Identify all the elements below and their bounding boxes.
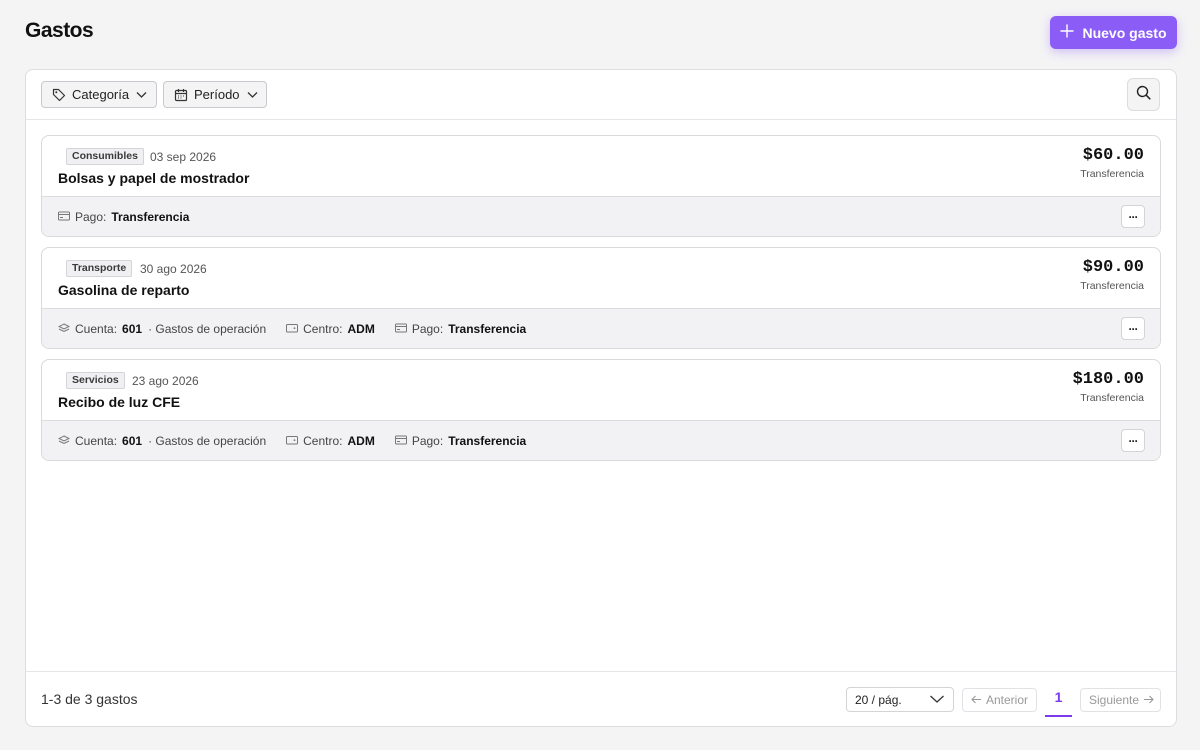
- payment-method: Transferencia: [1080, 168, 1144, 180]
- account-meta: Cuenta: 601 · Gastos de operación: [57, 434, 267, 448]
- center-meta: Centro: ADM: [286, 322, 375, 336]
- expense-card-details: Cuenta: 601 · Gastos de operación Centro…: [42, 309, 1160, 348]
- credit-card-icon: [58, 210, 70, 224]
- payment-meta: Pago: Transferencia: [394, 322, 527, 336]
- category-badge: Servicios: [66, 372, 125, 389]
- expense-card-details: Cuenta: 601 · Gastos de operación Centro…: [42, 421, 1160, 460]
- center-value: ADM: [347, 322, 375, 336]
- previous-label: Anterior: [986, 693, 1029, 707]
- period-filter[interactable]: Período: [163, 81, 267, 108]
- arrow-right-icon: [1143, 693, 1154, 707]
- expense-card-header: Consumibles 03 sep 2026 Bolsas y papel d…: [42, 136, 1160, 197]
- category-filter-label: Categoría: [72, 87, 130, 102]
- center-label: Centro:: [303, 434, 343, 448]
- wallet-icon: [286, 434, 299, 448]
- account-value: 601: [122, 322, 143, 336]
- payment-meta: Pago: Transferencia: [394, 434, 527, 448]
- search-icon: [1136, 85, 1151, 105]
- expense-description: Recibo de luz CFE: [58, 394, 181, 410]
- layers-icon: [57, 322, 71, 336]
- page-size-value: 20 / pág.: [855, 692, 902, 707]
- account-meta: Cuenta: 601 · Gastos de operación: [57, 322, 267, 336]
- new-expense-label: Nuevo gasto: [1082, 24, 1167, 41]
- account-note: · Gastos de operación: [148, 322, 267, 336]
- new-expense-button[interactable]: Nuevo gasto: [1050, 16, 1177, 49]
- payment-label: Pago:: [411, 434, 444, 448]
- payment-value: Transferencia: [448, 434, 527, 448]
- wallet-icon: [286, 322, 299, 336]
- payment-value: Transferencia: [448, 322, 527, 336]
- payment-method: Transferencia: [1080, 392, 1144, 404]
- expense-amount: $60.00: [1082, 146, 1144, 165]
- account-label: Cuenta:: [75, 322, 118, 336]
- more-actions-button[interactable]: ···: [1121, 317, 1145, 340]
- payment-value: Transferencia: [111, 210, 190, 224]
- pagination-footer: 1-3 de 3 gastos 20 / pág. Anterior 1 Sig…: [26, 671, 1176, 726]
- expense-date: 30 ago 2026: [140, 262, 207, 276]
- plus-icon: [1060, 22, 1075, 42]
- chevron-down-icon: [135, 88, 148, 101]
- category-badge: Transporte: [66, 260, 133, 277]
- page-size-select[interactable]: 20 / pág.: [846, 687, 954, 712]
- filter-toolbar: Categoría Período: [26, 70, 1176, 120]
- expense-card[interactable]: Consumibles 03 sep 2026 Bolsas y papel d…: [41, 135, 1161, 237]
- expense-card[interactable]: Servicios 23 ago 2026 Recibo de luz CFE …: [41, 359, 1161, 461]
- expense-amount: $90.00: [1082, 258, 1144, 277]
- credit-card-icon: [394, 322, 407, 336]
- period-filter-label: Período: [194, 87, 240, 102]
- page-number-current[interactable]: 1: [1045, 684, 1072, 717]
- tag-icon: [52, 88, 66, 102]
- payment-label: Pago:: [75, 210, 107, 224]
- category-filter[interactable]: Categoría: [41, 81, 157, 108]
- chevron-down-icon: [246, 88, 259, 101]
- account-value: 601: [122, 434, 143, 448]
- expense-amount: $180.00: [1072, 370, 1144, 389]
- expense-date: 03 sep 2026: [150, 150, 217, 164]
- search-button[interactable]: [1127, 78, 1160, 111]
- layers-icon: [57, 434, 71, 448]
- calendar-icon: [174, 88, 188, 102]
- center-value: ADM: [347, 434, 375, 448]
- payment-method: Transferencia: [1080, 280, 1144, 292]
- expense-card-details: Pago: Transferencia ···: [42, 197, 1160, 236]
- expense-card-header: Servicios 23 ago 2026 Recibo de luz CFE …: [42, 360, 1160, 421]
- previous-page-button[interactable]: Anterior: [962, 688, 1037, 712]
- page-title: Gastos: [25, 19, 94, 42]
- payment-meta: Pago: Transferencia: [58, 210, 189, 224]
- chevron-down-icon: [929, 693, 945, 707]
- expense-date: 23 ago 2026: [132, 374, 199, 388]
- next-page-button[interactable]: Siguiente: [1080, 688, 1161, 712]
- expense-description: Gasolina de reparto: [58, 282, 190, 298]
- next-label: Siguiente: [1089, 693, 1140, 707]
- credit-card-icon: [394, 434, 407, 448]
- account-label: Cuenta:: [75, 434, 118, 448]
- more-actions-button[interactable]: ···: [1121, 429, 1145, 452]
- arrow-left-icon: [971, 693, 982, 707]
- expense-description: Bolsas y papel de mostrador: [58, 170, 250, 186]
- center-meta: Centro: ADM: [286, 434, 375, 448]
- more-actions-button[interactable]: ···: [1121, 205, 1145, 228]
- account-note: · Gastos de operación: [148, 434, 267, 448]
- expense-card-header: Transporte 30 ago 2026 Gasolina de repar…: [42, 248, 1160, 309]
- expenses-panel: Categoría Período Consumibles 03 sep 202…: [25, 69, 1177, 727]
- results-count: 1-3 de 3 gastos: [41, 691, 138, 707]
- category-badge: Consumibles: [66, 148, 144, 165]
- center-label: Centro:: [303, 322, 343, 336]
- expense-card[interactable]: Transporte 30 ago 2026 Gasolina de repar…: [41, 247, 1161, 349]
- payment-label: Pago:: [411, 322, 444, 336]
